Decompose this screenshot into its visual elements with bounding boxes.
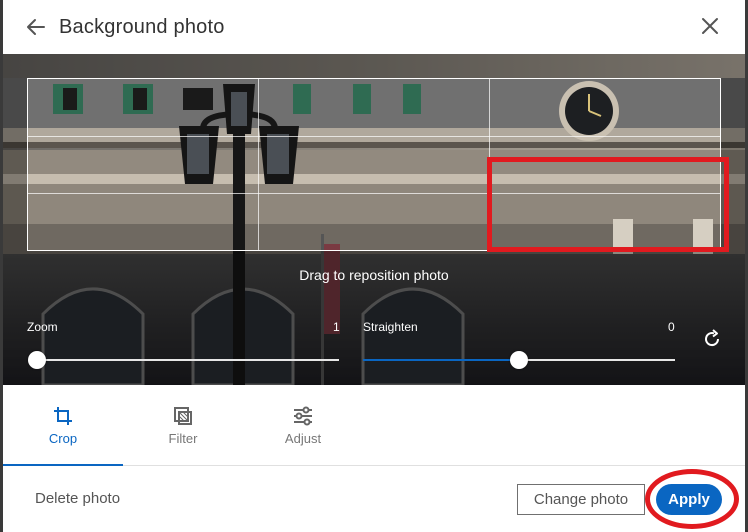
delete-photo-button[interactable]: Delete photo — [35, 490, 120, 507]
adjust-icon — [294, 406, 312, 426]
back-button[interactable] — [23, 14, 49, 40]
crop-mask-left — [3, 78, 27, 251]
crop-grid-line — [28, 135, 720, 137]
zoom-slider-thumb[interactable] — [28, 351, 46, 369]
change-photo-button[interactable]: Change photo — [517, 484, 645, 515]
tab-label: Adjust — [284, 431, 322, 446]
tab-filter[interactable]: Filter — [123, 385, 243, 465]
photo-stage[interactable]: Drag to reposition photo Zoom 1 Straight… — [3, 54, 745, 385]
zoom-value: 1 — [333, 320, 340, 334]
crop-mask-top — [3, 54, 745, 78]
tab-label: Filter — [168, 431, 198, 446]
crop-grid-line — [258, 79, 260, 250]
tab-crop[interactable]: Crop — [3, 385, 123, 466]
straighten-value: 0 — [668, 320, 675, 334]
filter-icon — [174, 407, 192, 425]
dialog-title: Background photo — [59, 16, 225, 38]
tab-label: Crop — [48, 431, 78, 446]
reset-rotation-button[interactable] — [701, 328, 723, 350]
annotation-rectangle — [487, 157, 729, 252]
close-button[interactable] — [697, 13, 723, 39]
zoom-label: Zoom — [27, 320, 58, 334]
straighten-label: Straighten — [363, 320, 418, 334]
crop-icon — [54, 407, 72, 425]
background-photo-dialog: Background photo Drag to reposition phot… — [3, 0, 745, 532]
arrow-left-icon — [27, 19, 45, 35]
straighten-slider-fill — [363, 359, 519, 361]
zoom-slider-track[interactable] — [37, 359, 339, 361]
straighten-slider-thumb[interactable] — [510, 351, 528, 369]
dialog-footer: Delete photo Change photo Apply — [3, 466, 745, 532]
rotate-icon — [705, 329, 720, 347]
annotation-ellipse — [645, 469, 739, 529]
edit-tabs: Crop Filter Adjust — [3, 385, 745, 466]
reposition-hint: Drag to reposition photo — [299, 267, 449, 283]
tab-adjust[interactable]: Adjust — [243, 385, 363, 465]
close-icon — [702, 18, 718, 34]
dialog-header: Background photo — [3, 0, 745, 54]
